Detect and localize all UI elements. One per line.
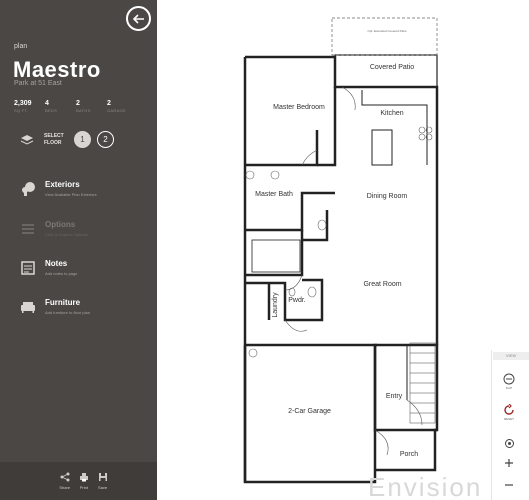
room-kitchen: Kitchen (380, 110, 404, 117)
locate-icon (504, 439, 514, 448)
room-laundry: Laundry (272, 292, 279, 318)
share-icon (60, 472, 70, 482)
locate-button[interactable] (500, 438, 518, 449)
floor-2-button[interactable]: 2 (97, 131, 114, 148)
stat-baths: 2 BATHS (76, 100, 91, 113)
zoom-in-button[interactable] (500, 458, 518, 468)
notes-subtitle: Add notes to page (45, 271, 78, 276)
zoom-in-icon (505, 459, 513, 467)
room-master-bedroom: Master Bedroom (273, 104, 325, 111)
stat-sqft: 2,309 SQ.FT. (14, 100, 32, 113)
room-dining: Dining Room (366, 193, 408, 200)
menu-options: Options Click to Explore Options (20, 220, 88, 237)
plan-label: plan (14, 43, 28, 50)
exteriors-subtitle: View Available Plan Exteriors (45, 192, 97, 197)
floor-1-button[interactable]: 1 (74, 131, 91, 148)
room-garage: 2-Car Garage (288, 408, 331, 415)
layers-icon (20, 134, 34, 145)
floor-plan-drawing (243, 17, 439, 484)
reset-icon (504, 404, 514, 415)
print-icon (79, 473, 88, 482)
room-powder: Pwdr. (288, 297, 306, 304)
options-subtitle: Click to Explore Options (45, 232, 88, 237)
community-name: Park at 51 East (14, 80, 62, 87)
print-button[interactable]: Print (79, 472, 89, 490)
exteriors-title: Exteriors (45, 180, 80, 189)
stat-garage: 2 GARAGE (107, 100, 126, 113)
room-covered-patio: Covered Patio (369, 64, 415, 71)
floor-label: SELECT FLOOR (44, 132, 64, 146)
furniture-subtitle: Add furniture to floor plan (45, 310, 90, 315)
back-button[interactable] (126, 6, 151, 31)
zoom-out-icon (505, 484, 513, 486)
plan-stats: 2,309 SQ.FT. 4 BEDS 2 BATHS 2 GARAGE (14, 100, 138, 113)
arrow-left-icon (132, 13, 144, 24)
options-icon (22, 224, 34, 234)
save-button[interactable]: Save (98, 472, 108, 490)
save-icon (98, 473, 107, 481)
room-entry: Entry (385, 393, 403, 400)
flip-icon (503, 373, 515, 385)
flip-button[interactable]: FLIP (500, 373, 518, 390)
options-title: Options (45, 220, 76, 229)
menu-exteriors[interactable]: Exteriors View Available Plan Exteriors (20, 180, 97, 197)
notes-title: Notes (45, 259, 68, 268)
room-great-room: Great Room (363, 281, 402, 288)
stat-beds: 4 BEDS (45, 100, 58, 113)
menu-notes[interactable]: Notes Add notes to page (20, 259, 77, 276)
watermark: Envision (368, 472, 483, 500)
notes-icon (21, 261, 35, 275)
room-extended-patio: Opt. Extended Covered Patio (367, 29, 407, 33)
floor-plan[interactable]: Opt. Extended Covered Patio Covered Pati… (157, 0, 529, 500)
view-tab[interactable]: VIEW (493, 352, 529, 360)
sofa-icon (21, 302, 35, 313)
reset-button[interactable]: RESET (500, 404, 518, 421)
share-button[interactable]: Share (59, 472, 70, 490)
tree-icon (22, 182, 35, 196)
floor-selector: SELECT FLOOR 1 2 (20, 131, 120, 148)
furniture-title: Furniture (45, 298, 81, 307)
sidebar: plan Maestro Park at 51 East 2,309 SQ.FT.… (0, 0, 157, 500)
room-master-bath: Master Bath (255, 191, 293, 198)
sidebar-footer: Share Print Save (0, 462, 157, 500)
room-porch: Porch (399, 451, 419, 458)
menu-furniture[interactable]: Furniture Add furniture to floor plan (20, 298, 90, 315)
zoom-out-button[interactable] (500, 480, 518, 490)
